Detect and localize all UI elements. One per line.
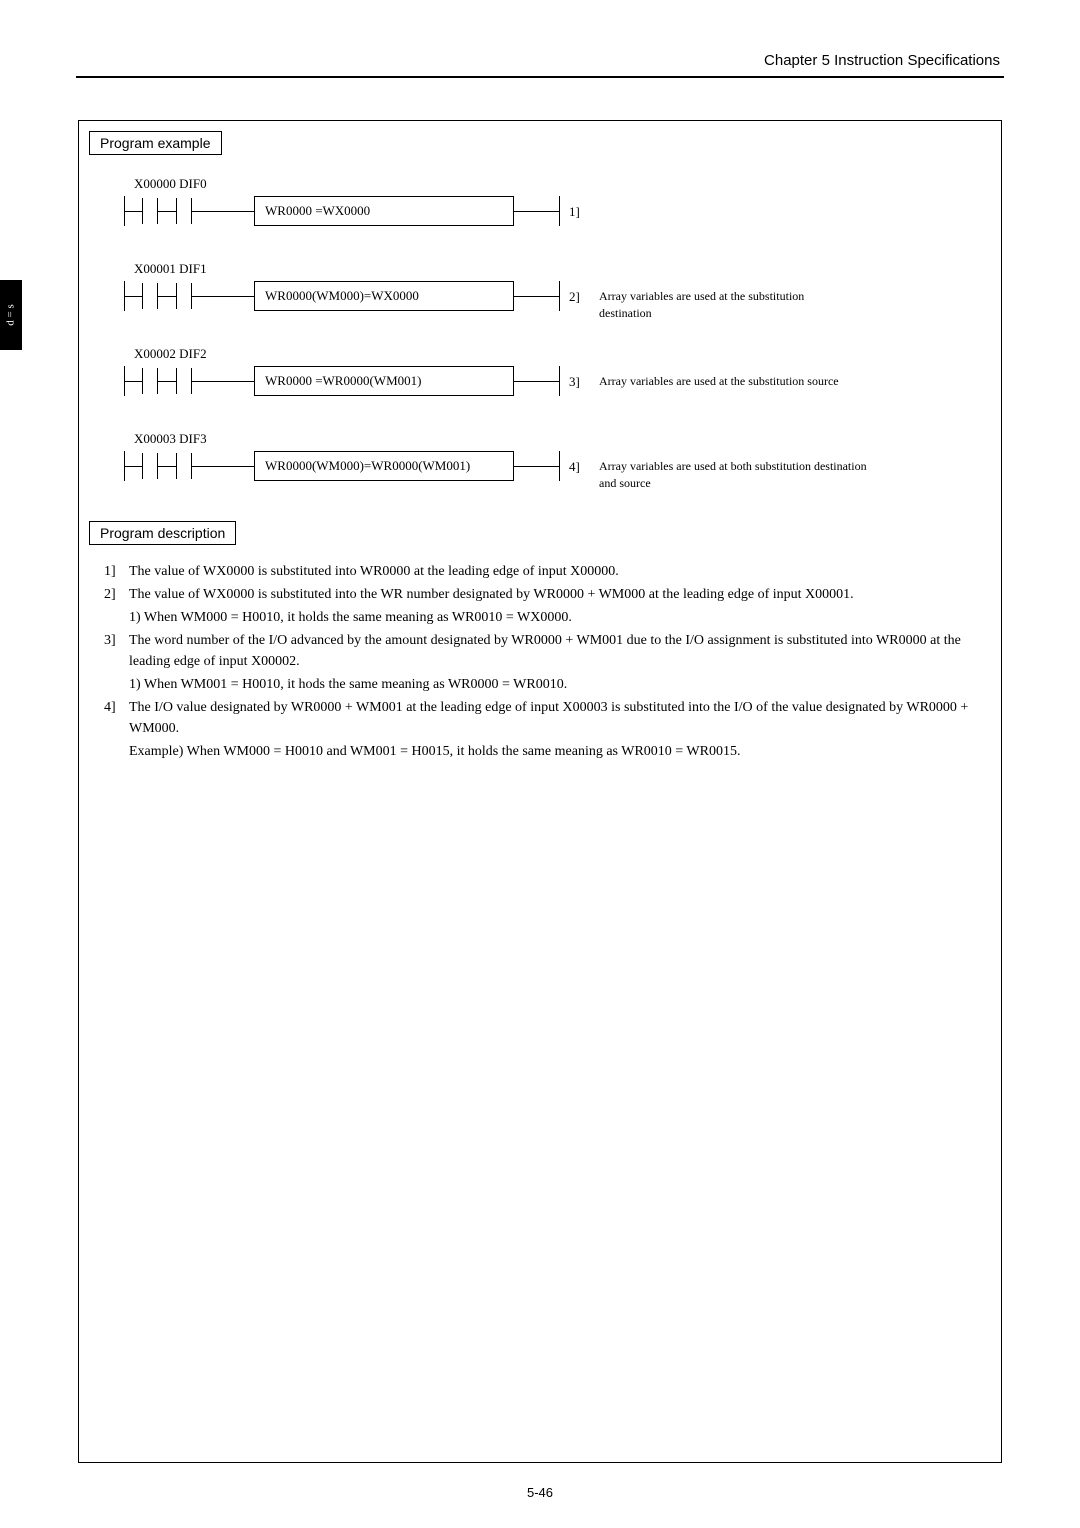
wire — [124, 296, 142, 297]
wire — [192, 296, 254, 297]
contact-symbol — [176, 198, 192, 224]
item-text: 1) When WM001 = H0010, it hods the same … — [129, 674, 976, 695]
chapter-header: Chapter 5 Instruction Specifications — [764, 52, 1000, 69]
ladder-rung: X00001 DIF1 WR0000(WM000)=WX0000 2] Arra… — [124, 261, 956, 341]
list-item: 1) When WM001 = H0010, it hods the same … — [104, 674, 976, 695]
wire — [158, 466, 176, 467]
item-text: Example) When WM000 = H0010 and WM001 = … — [129, 741, 976, 762]
rung-label: X00001 DIF1 — [134, 261, 207, 277]
wire — [124, 381, 142, 382]
list-item: 1) When WM000 = H0010, it holds the same… — [104, 607, 976, 628]
rung-number: 3] — [569, 374, 580, 390]
wire — [124, 211, 142, 212]
item-text: The word number of the I/O advanced by t… — [129, 630, 976, 672]
item-number: 1] — [104, 561, 129, 582]
rung-annotation: Array variables are used at both substit… — [599, 458, 879, 492]
rung-label: X00003 DIF3 — [134, 431, 207, 447]
item-text: The value of WX0000 is substituted into … — [129, 584, 976, 605]
item-text: The I/O value designated by WR0000 + WM0… — [129, 697, 976, 739]
item-number: 3] — [104, 630, 129, 672]
wire — [158, 381, 176, 382]
rung-annotation: Array variables are used at the substitu… — [599, 373, 859, 390]
list-item: Example) When WM000 = H0010 and WM001 = … — [104, 741, 976, 762]
contact-symbol — [176, 453, 192, 479]
ladder-rung: X00000 DIF0 WR0000 =WX0000 1] — [124, 176, 956, 256]
wire — [192, 466, 254, 467]
rung-number: 4] — [569, 459, 580, 475]
item-text: 1) When WM000 = H0010, it holds the same… — [129, 607, 976, 628]
item-text: The value of WX0000 is substituted into … — [129, 561, 976, 582]
main-content-box: Program example X00000 DIF0 WR0000 =WX00… — [78, 120, 1002, 1463]
contact-symbol — [176, 283, 192, 309]
wire — [514, 211, 559, 212]
contact-symbol — [142, 198, 158, 224]
wire — [124, 466, 142, 467]
list-item: 4] The I/O value designated by WR0000 + … — [104, 697, 976, 739]
side-tab: d = s — [0, 280, 22, 350]
program-example-label: Program example — [89, 131, 222, 155]
contact-symbol — [142, 368, 158, 394]
rail — [559, 281, 560, 311]
ladder-diagram: X00000 DIF0 WR0000 =WX0000 1] X00001 DIF… — [124, 176, 956, 516]
wire — [514, 381, 559, 382]
rung-number: 1] — [569, 204, 580, 220]
contact-symbol — [142, 453, 158, 479]
rung-label: X00002 DIF2 — [134, 346, 207, 362]
instruction-box: WR0000 =WR0000(WM001) — [254, 366, 514, 396]
list-item: 3] The word number of the I/O advanced b… — [104, 630, 976, 672]
instruction-box: WR0000(WM000)=WX0000 — [254, 281, 514, 311]
ladder-rung: X00003 DIF3 WR0000(WM000)=WR0000(WM001) … — [124, 431, 956, 511]
program-description-label: Program description — [89, 521, 236, 545]
contact-symbol — [176, 368, 192, 394]
instruction-box: WR0000 =WX0000 — [254, 196, 514, 226]
list-item: 1] The value of WX0000 is substituted in… — [104, 561, 976, 582]
wire — [514, 466, 559, 467]
rung-number: 2] — [569, 289, 580, 305]
rung-label: X00000 DIF0 — [134, 176, 207, 192]
rail — [559, 366, 560, 396]
page-number: 5-46 — [527, 1485, 553, 1500]
list-item: 2] The value of WX0000 is substituted in… — [104, 584, 976, 605]
wire — [158, 211, 176, 212]
description-list: 1] The value of WX0000 is substituted in… — [104, 561, 976, 764]
rail — [559, 196, 560, 226]
item-number: 4] — [104, 697, 129, 739]
item-number: 2] — [104, 584, 129, 605]
rung-annotation: Array variables are used at the substitu… — [599, 288, 859, 322]
wire — [158, 296, 176, 297]
rail — [559, 451, 560, 481]
contact-symbol — [142, 283, 158, 309]
instruction-box: WR0000(WM000)=WR0000(WM001) — [254, 451, 514, 481]
side-tab-text: d = s — [5, 304, 17, 325]
wire — [192, 381, 254, 382]
ladder-rung: X00002 DIF2 WR0000 =WR0000(WM001) 3] Arr… — [124, 346, 956, 426]
wire — [514, 296, 559, 297]
header-rule — [76, 76, 1004, 78]
wire — [192, 211, 254, 212]
